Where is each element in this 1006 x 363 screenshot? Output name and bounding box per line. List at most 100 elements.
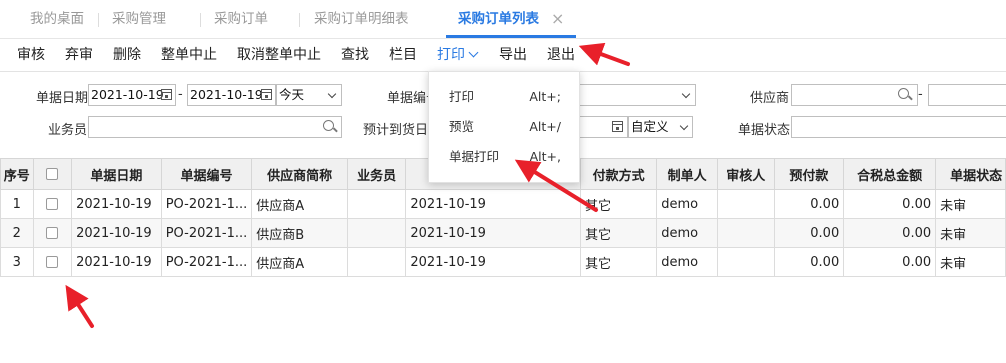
col-header-payment[interactable]: 付款方式 <box>580 158 658 190</box>
col-header-index[interactable]: 序号 <box>0 158 34 190</box>
row-salesman <box>346 189 407 219</box>
row-doc-date: 2021-10-19 <box>71 218 162 248</box>
col-header-doc-date[interactable]: 单据日期 <box>71 158 162 190</box>
supplier-input[interactable] <box>791 84 918 106</box>
arrival-range-select[interactable]: 自定义 <box>628 116 693 138</box>
row-auditor <box>716 189 775 219</box>
menu-item-label: 预览 <box>449 119 475 134</box>
doc-status-select[interactable] <box>791 116 1006 138</box>
row-total: 0.00 <box>843 218 937 248</box>
salesman-label: 业务员 <box>48 123 88 138</box>
close-order-button[interactable]: 整单中止 <box>161 39 217 71</box>
arrow-to-checkbox-icon <box>65 284 94 328</box>
menu-item-shortcut: Alt+; <box>529 89 561 104</box>
row-supplier: 供应商A <box>251 247 348 277</box>
chevron-down-icon <box>468 47 479 58</box>
row-index: 2 <box>0 218 34 248</box>
arrival-date-input[interactable] <box>578 116 628 138</box>
table-row[interactable]: 3 2021-10-19 PO-2021-1... 供应商A 2021-10-1… <box>0 247 1006 277</box>
row-supplier: 供应商B <box>251 218 348 248</box>
row-doc-no[interactable]: PO-2021-1... <box>160 218 253 248</box>
col-header-auditor[interactable]: 审核人 <box>716 158 775 190</box>
row-salesman <box>346 218 407 248</box>
row-checkbox[interactable] <box>46 198 59 210</box>
col-header-doc-no[interactable]: 单据编号 <box>160 158 253 190</box>
col-header-prepay[interactable]: 预付款 <box>773 158 845 190</box>
tab-purchase-order[interactable]: 采购订单 <box>214 0 268 38</box>
tab-bar: 我的桌面 采购管理 采购订单 采购订单明细表 采购订单列表 × <box>0 0 1006 39</box>
date-to-input[interactable]: 2021-10-19 <box>187 84 276 106</box>
row-auditor <box>716 247 775 277</box>
chevron-down-icon <box>679 121 689 131</box>
print-button-label: 打印 <box>437 47 465 63</box>
calendar-icon[interactable] <box>161 89 172 100</box>
calendar-icon[interactable] <box>261 89 272 100</box>
table-row[interactable]: 2 2021-10-19 PO-2021-1... 供应商B 2021-10-1… <box>0 218 1006 248</box>
col-header-total[interactable]: 合税总金额 <box>843 158 937 190</box>
chevron-down-icon <box>681 89 691 99</box>
arrival-range-value: 自定义 <box>631 119 669 134</box>
columns-button[interactable]: 栏目 <box>389 39 417 71</box>
row-salesman <box>346 247 407 277</box>
row-maker: demo <box>656 218 718 248</box>
calendar-icon[interactable] <box>612 121 623 132</box>
tab-desktop[interactable]: 我的桌面 <box>30 0 84 38</box>
row-prepay: 0.00 <box>773 247 845 277</box>
export-button[interactable]: 导出 <box>499 39 527 71</box>
col-header-status[interactable]: 单据状态 <box>935 158 1006 190</box>
search-icon[interactable] <box>323 120 334 131</box>
audit-button[interactable]: 审核 <box>17 39 45 71</box>
doc-date-label: 单据日期 <box>36 91 89 106</box>
col-header-maker[interactable]: 制单人 <box>656 158 718 190</box>
row-select-cell[interactable] <box>32 218 73 248</box>
row-status: 未审 <box>935 218 1006 248</box>
exit-button[interactable]: 退出 <box>547 39 575 71</box>
active-tab-indicator <box>446 35 576 38</box>
col-header-select-all[interactable] <box>32 158 73 190</box>
salesman-input[interactable] <box>88 116 342 138</box>
row-total: 0.00 <box>843 247 937 277</box>
date-to-value: 2021-10-19 <box>190 87 263 102</box>
menu-item-shortcut: Alt+/ <box>529 119 561 134</box>
row-select-cell[interactable] <box>32 247 73 277</box>
tab-purchase-order-detail[interactable]: 采购订单明细表 <box>314 0 409 38</box>
row-checkbox[interactable] <box>46 227 59 239</box>
date-range-select[interactable]: 今天 <box>276 84 342 106</box>
supplier-label: 供应商 <box>750 91 790 106</box>
delete-button[interactable]: 删除 <box>113 39 141 71</box>
row-select-cell[interactable] <box>32 189 73 219</box>
row-maker: demo <box>656 247 718 277</box>
supplier-range-dash: - <box>918 87 923 102</box>
row-payment: 其它 <box>580 189 658 219</box>
col-header-supplier[interactable]: 供应商简称 <box>251 158 348 190</box>
row-prepay: 0.00 <box>773 189 845 219</box>
menu-item-document-print[interactable]: 单据打印 Alt+, <box>429 142 579 172</box>
menu-item-preview[interactable]: 预览 Alt+/ <box>429 112 579 142</box>
find-button[interactable]: 查找 <box>341 39 369 71</box>
row-doc-no[interactable]: PO-2021-1... <box>160 247 253 277</box>
row-auditor <box>716 218 775 248</box>
print-menu-button[interactable]: 打印 <box>437 39 479 71</box>
row-checkbox[interactable] <box>46 256 59 268</box>
print-dropdown-menu: 打印 Alt+; 预览 Alt+/ 单据打印 Alt+, <box>428 71 580 183</box>
tab-purchase-order-list[interactable]: 采购订单列表 <box>458 0 539 38</box>
doc-status-label: 单据状态 <box>738 123 791 138</box>
row-maker: demo <box>656 189 718 219</box>
menu-item-print[interactable]: 打印 Alt+; <box>429 82 579 112</box>
search-icon[interactable] <box>898 88 909 99</box>
toolbar: 审核 弃审 删除 整单中止 取消整单中止 查找 栏目 打印 导出 退出 <box>0 39 1006 72</box>
chevron-down-icon <box>327 89 337 99</box>
select-all-checkbox[interactable] <box>46 168 59 180</box>
unaudit-button[interactable]: 弃审 <box>65 39 93 71</box>
tab-purchase-management[interactable]: 采购管理 <box>112 0 166 38</box>
date-from-input[interactable]: 2021-10-19 <box>88 84 176 106</box>
supplier-to-input[interactable] <box>928 84 1006 106</box>
close-icon[interactable]: × <box>551 0 564 38</box>
table-row[interactable]: 1 2021-10-19 PO-2021-1... 供应商A 2021-10-1… <box>0 189 1006 219</box>
date-range-value: 今天 <box>279 87 305 102</box>
date-range-dash: - <box>178 87 183 102</box>
cancel-close-order-button[interactable]: 取消整单中止 <box>237 39 321 71</box>
row-supplier: 供应商A <box>251 189 348 219</box>
col-header-salesman[interactable]: 业务员 <box>346 158 407 190</box>
row-doc-no[interactable]: PO-2021-1... <box>160 189 253 219</box>
